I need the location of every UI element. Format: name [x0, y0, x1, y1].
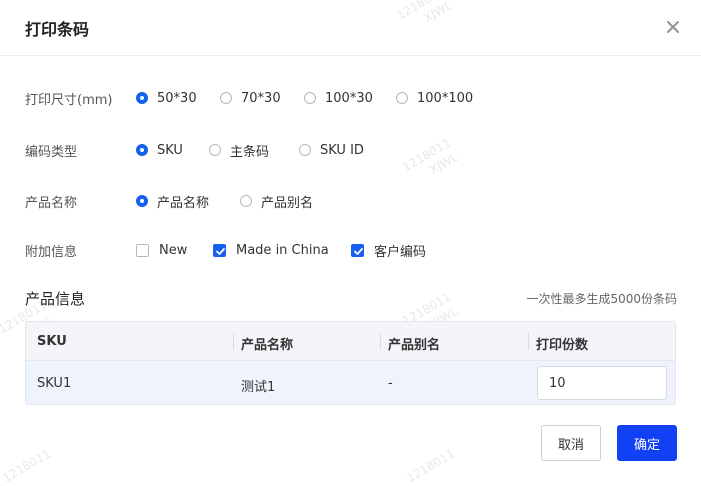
extra-info-row: 附加信息 New Made in China 客户编码 [0, 238, 701, 262]
watermark: 1218011 [404, 446, 458, 486]
column-divider [233, 333, 234, 350]
table-header: SKU 产品名称 产品别名 打印份数 [26, 322, 675, 361]
extra-info-option-made-in-china[interactable]: Made in China [213, 238, 329, 262]
code-type-option-sku-id[interactable]: SKU ID [299, 138, 364, 162]
option-label: 100*30 [325, 90, 373, 106]
radio-icon [240, 195, 252, 207]
dialog-header: 打印条码 [0, 0, 701, 56]
extra-info-option-customer-code[interactable]: 客户编码 [351, 238, 426, 262]
checkbox-icon [136, 243, 149, 257]
code-type-label: 编码类型 [25, 145, 78, 160]
column-divider [528, 333, 529, 350]
radio-icon [396, 92, 408, 104]
column-divider [380, 333, 381, 350]
code-type-option-main-barcode[interactable]: 主条码 [209, 138, 269, 162]
close-icon[interactable] [662, 16, 684, 38]
cancel-button[interactable]: 取消 [541, 425, 601, 461]
size-option-100x30[interactable]: 100*30 [304, 86, 373, 110]
cell-sku: SKU1 [37, 376, 72, 391]
radio-icon [220, 92, 232, 104]
print-barcode-dialog: 1218011XJWL 1218011XJWL 1218011XJWL 1218… [0, 0, 701, 485]
cell-name: 测试1 [241, 380, 276, 395]
product-table: SKU 产品名称 产品别名 打印份数 SKU1 测试1 - [25, 321, 676, 405]
watermark: 1218011 [0, 446, 54, 486]
option-label: 主条码 [230, 144, 270, 160]
product-info-title: 产品信息 [25, 290, 86, 308]
product-name-option-alias[interactable]: 产品别名 [240, 189, 313, 213]
code-type-option-sku[interactable]: SKU [136, 138, 183, 162]
option-label: New [159, 242, 188, 258]
option-label: SKU [157, 142, 183, 158]
column-header-name: 产品名称 [241, 338, 294, 353]
watermark-line: 1218011 [0, 446, 54, 486]
size-option-50x30[interactable]: 50*30 [136, 86, 197, 110]
option-label: SKU ID [320, 142, 364, 158]
checkbox-checked-icon [213, 243, 226, 257]
option-label: 客户编码 [374, 244, 427, 260]
radio-selected-icon [136, 144, 148, 156]
watermark-line: 1218011 [404, 446, 458, 486]
copies-input[interactable] [537, 366, 667, 400]
option-label: 产品名称 [157, 195, 210, 211]
product-info-note: 一次性最多生成5000份条码 [526, 292, 677, 306]
size-row: 打印尺寸(mm) 50*30 70*30 100*30 100*100 [0, 86, 701, 110]
option-label: 100*100 [417, 90, 474, 106]
radio-icon [299, 144, 311, 156]
cell-alias: - [388, 376, 393, 391]
confirm-button[interactable]: 确定 [617, 425, 677, 461]
option-label: 70*30 [241, 90, 281, 106]
code-type-row: 编码类型 SKU 主条码 SKU ID [0, 138, 701, 162]
column-header-copies: 打印份数 [536, 338, 589, 353]
radio-icon [304, 92, 316, 104]
product-name-option-name[interactable]: 产品名称 [136, 189, 209, 213]
product-name-label: 产品名称 [25, 196, 78, 211]
column-header-sku: SKU [37, 334, 67, 349]
radio-icon [209, 144, 221, 156]
product-name-row: 产品名称 产品名称 产品别名 [0, 189, 701, 213]
option-label: 产品别名 [261, 195, 314, 211]
size-option-70x30[interactable]: 70*30 [220, 86, 281, 110]
option-label: Made in China [236, 242, 329, 258]
radio-selected-icon [136, 195, 148, 207]
extra-info-label: 附加信息 [25, 245, 78, 260]
table-row: SKU1 测试1 - [26, 361, 675, 404]
size-option-100x100[interactable]: 100*100 [396, 86, 473, 110]
size-label: 打印尺寸(mm) [25, 93, 113, 108]
radio-selected-icon [136, 92, 148, 104]
column-header-alias: 产品别名 [388, 338, 441, 353]
extra-info-option-new[interactable]: New [136, 238, 187, 262]
dialog-title: 打印条码 [25, 20, 90, 39]
option-label: 50*30 [157, 90, 197, 106]
checkbox-checked-icon [351, 243, 364, 257]
